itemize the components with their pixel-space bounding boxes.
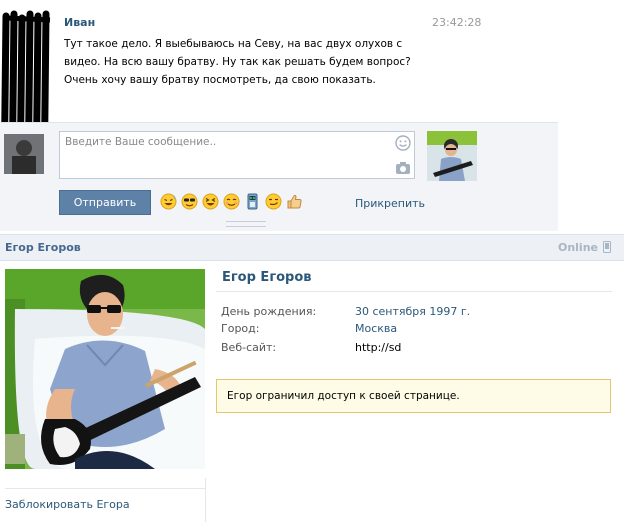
message-line: видео. На всю вашу братву. Ну так как ре… <box>64 56 411 68</box>
online-status: Online <box>557 241 598 254</box>
blush-emoji-icon[interactable] <box>223 193 240 210</box>
website-label: Веб-сайт: <box>221 341 277 354</box>
emoji-bar <box>160 193 303 211</box>
profile-photo[interactable] <box>5 269 205 469</box>
restricted-access-text: Егор ограничил доступ к своей странице. <box>227 390 460 402</box>
resize-handle[interactable] <box>226 221 266 227</box>
smile-icon[interactable] <box>395 135 411 151</box>
column-separator <box>205 478 206 522</box>
message-text: Тут такое дело. Я выебываюсь на Севу, на… <box>64 35 414 89</box>
message-input[interactable] <box>60 132 386 178</box>
attach-link[interactable]: Прикрепить <box>355 197 425 210</box>
message-input-box <box>59 131 415 179</box>
message-line: Тут такое дело. Я выебываюсь на Севу, на… <box>64 38 403 50</box>
restricted-access-notice: Егор ограничил доступ к своей странице. <box>216 379 611 413</box>
website-value[interactable]: http://sd <box>355 341 401 354</box>
birthday-value[interactable]: 30 сентября 1997 г. <box>355 305 470 318</box>
info-divider <box>216 291 612 292</box>
profile-name: Егор Егоров <box>222 270 312 285</box>
profile-header-bar: Егор Егоров Online <box>0 234 624 261</box>
recipient-avatar[interactable] <box>427 131 477 181</box>
laughing-sweat-emoji-icon[interactable] <box>160 193 177 210</box>
mobile-phone-icon <box>603 241 611 253</box>
message-time: 23:42:28 <box>432 16 482 29</box>
current-user-avatar <box>4 134 44 174</box>
sunglasses-emoji-icon[interactable] <box>181 193 198 210</box>
message-sender-name[interactable]: Иван <box>64 16 95 29</box>
message-line: Очень хочу вашу братву посмотреть, да св… <box>64 74 376 86</box>
camera-icon[interactable] <box>395 161 411 175</box>
smirk-emoji-icon[interactable] <box>265 193 282 210</box>
laughing-emoji-icon[interactable] <box>202 193 219 210</box>
left-column-divider <box>5 488 205 489</box>
block-user-link[interactable]: Заблокировать Егора <box>5 498 130 511</box>
send-button[interactable]: Отправить <box>59 190 151 215</box>
city-value[interactable]: Москва <box>355 322 397 335</box>
thumbs-up-emoji-icon[interactable] <box>286 193 303 210</box>
birthday-label: День рождения: <box>221 305 317 318</box>
robot-emoji-icon[interactable] <box>244 193 261 210</box>
profile-header-name[interactable]: Егор Егоров <box>5 241 81 254</box>
city-label: Город: <box>221 322 260 335</box>
